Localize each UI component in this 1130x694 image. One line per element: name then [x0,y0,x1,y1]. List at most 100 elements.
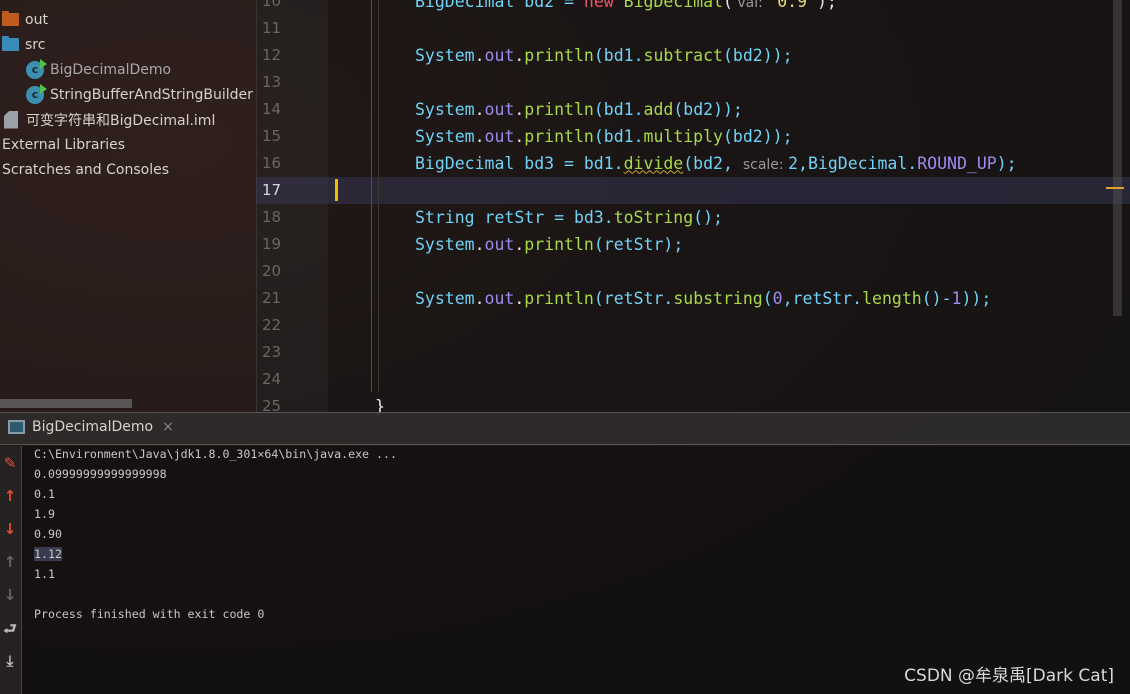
java-class-icon: c [26,83,47,104]
code-token: BigDecimal bd3 = bd1. [415,153,624,173]
clear-icon[interactable]: ✎ [0,454,20,472]
console-row: Process finished with exit code 0 [34,607,264,621]
code-line[interactable]: System.out.println(retStr); [415,231,683,258]
tree-item[interactable]: Scratches and Consoles [2,157,169,182]
code-token: ROUND_UP [917,153,997,173]
tree-item[interactable]: src [2,32,45,57]
code-token: (bd1. [593,99,644,119]
code-token: (bd1. [593,45,644,65]
code-token: out [484,99,515,119]
console-line: 0.90 [34,527,62,541]
tree-item[interactable]: c StringBufferAndStringBuilder [26,82,253,107]
line-number: 19 [262,235,282,253]
folder-icon [2,11,19,26]
soft-wrap-icon[interactable]: ⮐ [0,619,20,644]
tree-item-label: Scratches and Consoles [2,161,169,178]
code-line[interactable]: String retStr = bd3.toString(); [415,204,723,231]
code-token: (bd2)); [723,45,793,65]
code-token: . [474,99,485,119]
code-token: . [514,126,525,146]
code-token: BigDecimal [623,0,723,11]
tree-item-label: StringBufferAndStringBuilder [50,86,253,103]
close-tab-icon[interactable]: × [162,419,174,435]
code-token: )); [961,288,992,308]
code-token: System [415,126,475,146]
console-line: 1.12 [34,547,62,561]
sidebar-scrollbar[interactable] [0,399,132,408]
line-number: 15 [262,127,282,145]
code-token: divide [623,153,684,173]
code-token: ,BigDecimal. [798,153,918,173]
up-gray-icon[interactable]: ↑ [0,553,20,571]
run-toolbar: ✎ ↑ ↓ ↑ ↓ ⮐ ⤓ [0,446,22,694]
line-number: 23 [262,343,282,361]
code-token: 2 [788,153,799,173]
tree-item-label: 可变字符串和BigDecimal.iml [26,112,216,129]
tab-bigdecimaldemo[interactable]: BigDecimalDemo × [8,419,174,435]
line-number: 11 [262,19,282,37]
console-line: 0.09999999999999998 [34,467,167,481]
code-line[interactable]: System.out.println(bd1.subtract(bd2)); [415,42,793,69]
module-file-icon [4,110,18,129]
code-line[interactable]: BigDecimal bd3 = bd1.divide(bd2, scale: … [415,150,1017,177]
code-line[interactable]: System.out.println(retStr.substring(0,re… [415,285,991,312]
tree-item[interactable]: External Libraries [2,132,125,157]
code-token: "0.9" [767,0,817,11]
line-number: 10 [262,0,282,10]
code-line[interactable]: System.out.println(bd1.multiply(bd2)); [415,123,793,150]
code-token: length [862,288,922,308]
scroll-end-icon[interactable]: ⤓ [0,652,20,670]
code-token: out [484,234,515,254]
down-red-icon[interactable]: ↓ [0,520,20,538]
code-token: . [474,126,485,146]
run-panel-header: BigDecimalDemo × [0,412,1130,445]
line-number: 13 [262,73,282,91]
code-token: BigDecimal bd2 = [415,0,584,11]
tree-item-label: out [25,11,48,28]
editor-scrollbar[interactable] [1113,0,1122,316]
code-token: System [415,99,475,119]
code-token: (bd2)); [673,99,743,119]
line-number: 21 [262,289,282,307]
code-token: ( [762,288,773,308]
code-token: . [514,288,525,308]
code-token: println [524,234,594,254]
code-line[interactable]: System.out.println(bd1.add(bd2)); [415,96,743,123]
parameter-hint: scale: [742,156,789,173]
console-row: 1.1 [34,567,55,581]
tree-item[interactable]: 可变字符串和BigDecimal.iml [4,107,215,132]
line-number: 17 [262,181,282,199]
line-number: 12 [262,46,282,64]
code-token: ()- [921,288,952,308]
line-number: 22 [262,316,282,334]
console-row: C:\Environment\Java\jdk1.8.0_301×64\bin\… [34,447,397,461]
code-token: multiply [643,126,723,146]
console-line: 0.1 [34,487,55,501]
code-token: ,retStr. [782,288,863,308]
console-icon [8,420,25,434]
code-token: String retStr = bd3. [415,207,614,227]
indent-guide [378,0,379,392]
project-tree: out src c BigDecimalDemo c StringBufferAndStr… [0,0,256,412]
up-red-icon[interactable]: ↑ [0,487,20,505]
code-token: out [484,45,515,65]
code-token: (bd1. [593,126,644,146]
code-token: . [474,288,485,308]
code-token: . [474,234,485,254]
caret-marker [1106,187,1124,189]
console-output[interactable] [22,446,1130,694]
down-gray-icon[interactable]: ↓ [0,586,20,604]
code-token: 1 [951,288,962,308]
tree-item[interactable]: c BigDecimalDemo [26,57,171,82]
console-line: Process finished with exit code 0 [34,607,265,621]
tab-label: BigDecimalDemo [32,419,154,435]
tree-item[interactable]: out [2,7,48,32]
code-token: subtract [643,45,723,65]
code-token: println [524,126,594,146]
console-row: 1.9 [34,507,55,521]
console-line: 1.9 [34,507,55,521]
code-token: (bd2)); [723,126,793,146]
code-token: System [415,234,475,254]
code-line[interactable]: BigDecimal bd2 = new BigDecimal( val: "0… [415,0,837,15]
code-token: toString [613,207,694,227]
